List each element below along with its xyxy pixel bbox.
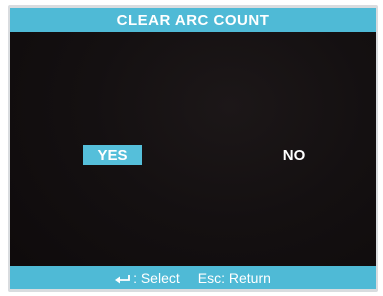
title-bar: CLEAR ARC COUNT — [10, 8, 376, 32]
no-option-label: NO — [282, 146, 306, 164]
device-screen: CLEAR ARC COUNT YES NO : Select Esc: Ret… — [10, 8, 376, 289]
select-hint-label: : Select — [133, 269, 180, 286]
return-hint: Esc: Return — [198, 270, 271, 286]
no-option-button[interactable]: NO — [274, 145, 314, 165]
yes-option-button[interactable]: YES — [83, 145, 142, 165]
select-hint: : Select — [115, 270, 180, 286]
screen-title: CLEAR ARC COUNT — [116, 11, 270, 29]
esc-key-label: Esc — [197, 269, 222, 286]
return-hint-label: : Return — [221, 269, 271, 286]
yes-option-label: YES — [97, 146, 128, 164]
enter-icon — [115, 274, 131, 284]
footer-key-hints: : Select Esc: Return — [10, 266, 376, 289]
